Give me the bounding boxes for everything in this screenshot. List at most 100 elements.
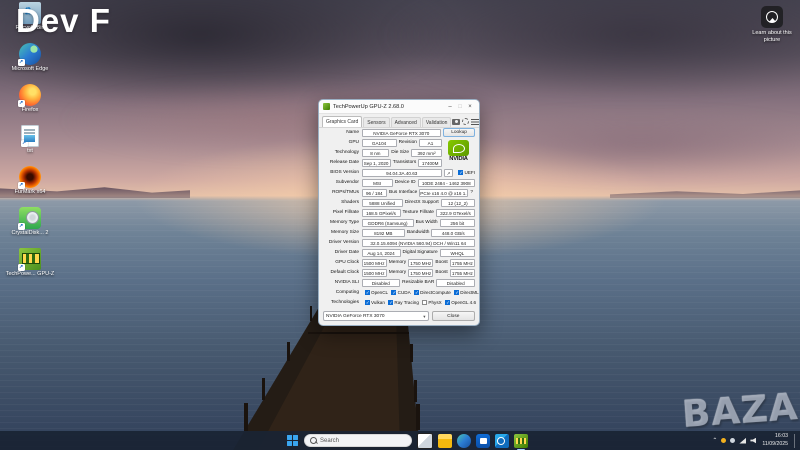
- window-title: TechPowerUp GPU-Z 2.68.0: [333, 103, 404, 110]
- task-view-button[interactable]: [417, 432, 433, 449]
- outlook-icon[interactable]: [495, 433, 509, 448]
- learn-about-picture-label: Learn about this picture: [752, 30, 792, 43]
- taskbar-clock[interactable]: 16:03 11/09/2025: [762, 433, 788, 447]
- gpuz-taskbar-icon[interactable]: [514, 433, 528, 450]
- learn-about-picture[interactable]: Learn about this picture: [744, 6, 800, 44]
- edge-taskbar-icon[interactable]: [457, 433, 471, 448]
- bazar-watermark: BAZAR: [680, 382, 800, 437]
- pier-post: [244, 403, 248, 431]
- gpuz-header-icons: [452, 118, 480, 127]
- field-label: Name: [346, 130, 359, 135]
- tray-app-icon[interactable]: [730, 438, 736, 443]
- picture-info-icon[interactable]: [761, 6, 783, 28]
- desktop-icon-firefox[interactable]: Firefox: [2, 84, 58, 122]
- tab-sensors[interactable]: Sensors: [363, 117, 390, 127]
- desktop-icon-label: CrystalDisk... 2: [11, 230, 49, 236]
- field-value: 322.9 GTexel/s: [435, 208, 475, 217]
- field-value: 5888 Unified: [361, 198, 403, 207]
- checkbox-label: CUDA: [397, 290, 411, 295]
- field-label: Memory Type: [330, 220, 359, 225]
- field-label: Boost: [435, 270, 448, 275]
- field-label: NVIDIA SLI: [334, 280, 359, 285]
- gear-icon[interactable]: [462, 118, 470, 125]
- physx-checkbox[interactable]: PhysX: [421, 300, 442, 305]
- desktop-icon-txt[interactable]: txt: [2, 125, 58, 163]
- pier-post: [262, 378, 265, 400]
- field-value: Aug 14, 2024: [361, 248, 401, 257]
- gpuz-bottom-bar: NVIDIA GeForce RTX 3070 ▾ Close: [323, 311, 475, 321]
- gpuz-titlebar[interactable]: TechPowerUp GPU-Z 2.68.0 – □ ×: [319, 100, 479, 114]
- field-value: 1750 MHz: [408, 258, 434, 267]
- field-label: DirectX Support: [404, 200, 439, 205]
- checkbox-box: [444, 300, 450, 306]
- volume-icon[interactable]: [750, 437, 757, 444]
- tray-chevron-icon[interactable]: ⌃: [712, 437, 717, 444]
- field-label: Subvendor: [335, 180, 359, 185]
- directcompute-checkbox[interactable]: DirectCompute: [413, 290, 451, 296]
- show-desktop-button[interactable]: [794, 433, 797, 448]
- field-value: 392 mm²: [411, 148, 442, 157]
- checkbox-label: Vulkan: [371, 300, 385, 305]
- cuda-checkbox[interactable]: CUDA: [391, 290, 411, 296]
- menu-icon[interactable]: [471, 118, 480, 125]
- field-label: GPU Clock: [335, 260, 359, 265]
- vulkan-checkbox[interactable]: Vulkan: [364, 300, 385, 306]
- tab-advanced[interactable]: Advanced: [390, 117, 421, 127]
- minimize-button[interactable]: –: [445, 101, 455, 113]
- raytracing-checkbox[interactable]: Ray Tracing: [387, 300, 419, 306]
- field-value: 8 nm: [361, 148, 390, 157]
- tray-app-icon[interactable]: [721, 438, 727, 443]
- field-value: A1: [418, 138, 442, 147]
- furmark-icon: [18, 166, 41, 189]
- close-window-button[interactable]: ×: [465, 101, 475, 113]
- pier-post: [410, 344, 413, 362]
- field-label: BIOS Version: [330, 170, 359, 175]
- desktop-icon-label: txt: [27, 148, 33, 154]
- tab-graphics-card[interactable]: Graphics Card: [322, 116, 363, 127]
- tab-validation[interactable]: Validation: [421, 117, 452, 127]
- search-box[interactable]: Search: [304, 434, 412, 447]
- share-icon[interactable]: ↗: [444, 168, 454, 177]
- field-label: Die Size: [391, 150, 410, 155]
- field-value: 168.5 GPixel/s: [361, 208, 401, 217]
- gpuz-row: Default Clock 1500 MHz Memory 1750 MHz Boost…: [323, 268, 475, 277]
- desktop-overlay-text: Dev F: [16, 2, 111, 39]
- shortcut-arrow-icon: [18, 264, 25, 271]
- field-label: Shaders: [341, 200, 359, 205]
- gpu-selector-dropdown[interactable]: NVIDIA GeForce RTX 3070 ▾: [323, 311, 429, 321]
- desktop-icon-label: FurMark x64: [14, 189, 46, 195]
- pier-post: [308, 332, 409, 334]
- desktop-icon-crystaldisk[interactable]: CrystalDisk... 2: [2, 207, 58, 245]
- close-button[interactable]: Close: [431, 311, 475, 321]
- field-value: 1750 MHz: [408, 268, 434, 277]
- network-icon[interactable]: [739, 437, 747, 444]
- field-value: MSI: [361, 178, 393, 187]
- checkbox-label: PhysX: [428, 300, 442, 305]
- lookup-button[interactable]: Lookup: [443, 128, 475, 137]
- pier-post: [414, 380, 417, 402]
- uefi-checkbox[interactable]: UEFI: [458, 170, 475, 176]
- opengl-checkbox[interactable]: OpenGL 4.6: [444, 300, 477, 306]
- gpuz-tabs: Graphics Card Sensors Advanced Validatio…: [319, 114, 480, 128]
- field-value: 8192 MB: [361, 228, 406, 237]
- field-label: Driver Version: [328, 240, 359, 245]
- field-value: 1755 MHz: [449, 258, 475, 267]
- camera-icon[interactable]: [452, 118, 461, 125]
- checkbox-box: [458, 170, 463, 176]
- start-button[interactable]: [287, 434, 299, 447]
- desktop-icon-edge[interactable]: Microsoft Edge: [2, 43, 58, 81]
- field-value: 12 (12_2): [440, 198, 475, 207]
- desktop-icon-label: Microsoft Edge: [11, 66, 49, 72]
- file-explorer-icon[interactable]: [438, 433, 452, 448]
- field-label: Device ID: [394, 180, 416, 185]
- gpuz-row: GPU Clock 1500 MHz Memory 1750 MHz Boost 1755…: [323, 258, 475, 267]
- store-icon[interactable]: [476, 433, 490, 448]
- checkbox-label: OpenGL 4.6: [451, 300, 477, 305]
- desktop-icon-gpuz[interactable]: TechPowe... GPU-Z: [2, 248, 58, 286]
- desktop-icon-furmark[interactable]: FurMark x64: [2, 166, 58, 204]
- field-label: Driver Date: [334, 250, 359, 255]
- gpuz-row: Memory Size 8192 MB Bandwidth 448.0 GB/s: [323, 228, 475, 237]
- gpuz-row: NVIDIA SLI Disabled Resizable BAR Disabled: [323, 278, 476, 287]
- opencl-checkbox[interactable]: OpenCL: [364, 290, 388, 296]
- directml-checkbox[interactable]: DirectML: [453, 290, 479, 296]
